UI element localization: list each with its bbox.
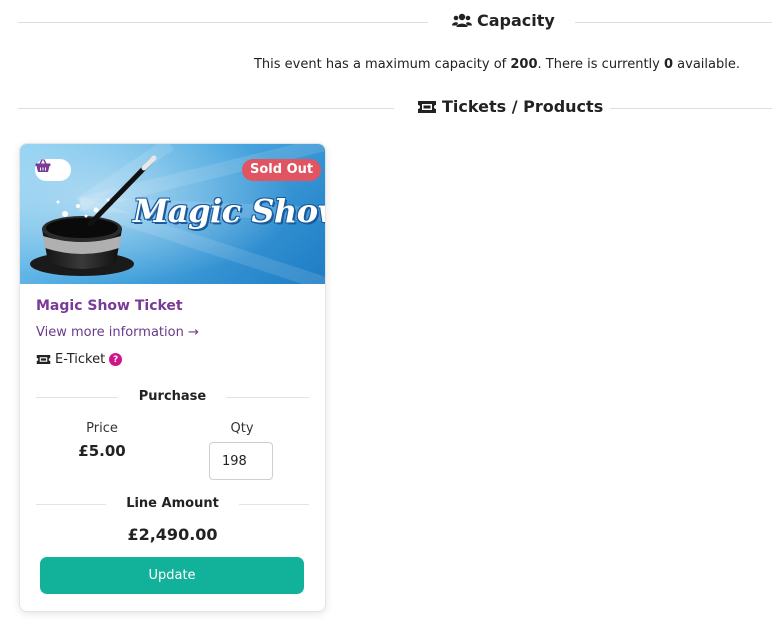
divider bbox=[610, 108, 772, 109]
divider bbox=[18, 108, 394, 109]
users-icon bbox=[452, 13, 472, 27]
basket-badge bbox=[35, 159, 71, 181]
qty-label: Qty bbox=[230, 421, 254, 436]
quantity-input[interactable] bbox=[209, 442, 273, 480]
delivery-type-label: E-Ticket bbox=[55, 352, 106, 367]
product-card: Sold Out Magic Show Magic Show Ticket Vi… bbox=[19, 143, 326, 612]
delivery-type: E-Ticket ? bbox=[36, 352, 123, 367]
max-capacity-value: 200 bbox=[510, 57, 538, 72]
line-amount-heading: Line Amount bbox=[36, 496, 309, 512]
update-button[interactable]: Update bbox=[40, 557, 304, 594]
divider bbox=[18, 22, 428, 23]
ticket-icon bbox=[36, 355, 51, 364]
capacity-text-middle: . There is currently bbox=[537, 57, 664, 72]
tickets-title: Tickets / Products bbox=[417, 97, 603, 116]
capacity-text-suffix: available. bbox=[673, 57, 740, 72]
tickets-heading: Tickets / Products bbox=[18, 97, 772, 121]
divider bbox=[575, 22, 772, 23]
status-badge: Sold Out bbox=[242, 159, 322, 181]
product-name: Magic Show Ticket bbox=[36, 298, 183, 314]
help-icon[interactable]: ? bbox=[109, 353, 123, 366]
capacity-title-label: Capacity bbox=[477, 11, 555, 30]
basket-icon bbox=[35, 159, 51, 172]
product-banner-image: Sold Out Magic Show bbox=[20, 144, 325, 284]
tickets-title-label: Tickets / Products bbox=[442, 97, 604, 116]
capacity-title: Capacity bbox=[452, 11, 555, 30]
page: Capacity This event has a maximum capaci… bbox=[0, 0, 772, 628]
banner-title: Magic Show bbox=[133, 192, 325, 230]
capacity-heading: Capacity bbox=[18, 11, 772, 35]
price-label: Price bbox=[86, 421, 118, 436]
divider bbox=[239, 504, 309, 505]
capacity-description: This event has a maximum capacity of 200… bbox=[254, 57, 740, 72]
available-value: 0 bbox=[664, 57, 674, 72]
price-value: £5.00 bbox=[78, 442, 126, 460]
divider bbox=[226, 397, 309, 398]
view-more-information-link[interactable]: View more information → bbox=[36, 325, 199, 340]
line-amount-value: £2,490.00 bbox=[127, 525, 218, 544]
ticket-icon bbox=[418, 100, 436, 113]
capacity-text-prefix: This event has a maximum capacity of bbox=[253, 57, 511, 72]
purchase-heading: Purchase bbox=[36, 389, 309, 405]
